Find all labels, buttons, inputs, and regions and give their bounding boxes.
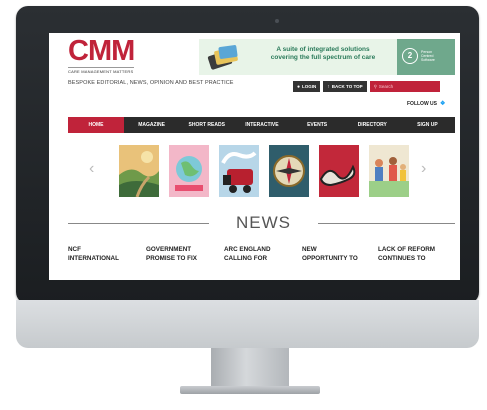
carousel-thumb-globe[interactable] bbox=[169, 145, 209, 197]
carousel-thumb-compass[interactable] bbox=[269, 145, 309, 197]
news-item-line-2: CALLING FOR bbox=[224, 255, 268, 262]
cards-illustration-icon bbox=[207, 45, 238, 70]
chevron-right-icon[interactable]: › bbox=[421, 161, 426, 177]
follow-us-label: FOLLOW US bbox=[407, 100, 437, 107]
chevron-left-icon[interactable]: ‹ bbox=[89, 161, 94, 177]
news-item[interactable]: GOVERNMENT PROMISE TO FIX bbox=[146, 245, 218, 263]
news-section-heading: NEWS bbox=[68, 214, 455, 234]
news-item-line-2: PROMISE TO FIX bbox=[146, 255, 197, 262]
back-to-top-label: BACK TO TOP bbox=[331, 84, 363, 89]
site-logo[interactable]: CMM CARE MANAGEMENT MATTERS bbox=[68, 35, 135, 74]
monitor-chin bbox=[16, 300, 479, 348]
screen: CMM CARE MANAGEMENT MATTERS BESPOKE EDIT… bbox=[49, 33, 460, 280]
top-buttons: ● LOGIN ↑ BACK TO TOP ⚲ Search bbox=[293, 81, 440, 93]
arrow-up-icon: ↑ bbox=[327, 83, 330, 90]
news-item[interactable]: NCF INTERNATIONAL bbox=[68, 245, 140, 263]
logo-subtitle: CARE MANAGEMENT MATTERS bbox=[68, 67, 135, 74]
news-list: NCF INTERNATIONAL GOVERNMENT PROMISE TO … bbox=[68, 245, 455, 280]
ad-cta-line-3: Software bbox=[421, 58, 435, 62]
main-nav: HOME MAGAZINE SHORT READS INTERACTIVE EV… bbox=[68, 117, 455, 133]
follow-us: FOLLOW US ❖ bbox=[407, 100, 445, 108]
back-to-top-button[interactable]: ↑ BACK TO TOP bbox=[323, 81, 367, 92]
ad-line-2: covering the full spectrum of care bbox=[270, 54, 376, 61]
news-item[interactable]: LACK OF REFORM CONTINUES TO bbox=[378, 245, 450, 263]
news-item[interactable]: NEW OPPORTUNITY TO bbox=[302, 245, 374, 263]
search-input[interactable]: ⚲ Search bbox=[369, 81, 440, 92]
ad-headline: A suite of integrated solutions covering… bbox=[253, 46, 393, 62]
nav-item-directory[interactable]: DIRECTORY bbox=[345, 117, 400, 133]
news-item[interactable]: ARC ENGLAND CALLING FOR bbox=[224, 245, 296, 263]
ad-cta[interactable]: 2 Person Centred Software bbox=[397, 39, 455, 75]
monitor-stand bbox=[211, 348, 289, 388]
carousel-thumb-landscape[interactable] bbox=[119, 145, 159, 197]
carousel-thumb-swirl[interactable] bbox=[319, 145, 359, 197]
nav-item-events[interactable]: EVENTS bbox=[290, 117, 345, 133]
news-item-line-2: OPPORTUNITY TO bbox=[302, 255, 358, 262]
news-item-line-2: CONTINUES TO bbox=[378, 255, 426, 262]
twitter-icon[interactable]: ❖ bbox=[440, 100, 445, 107]
ad-line-1: A suite of integrated solutions bbox=[276, 46, 370, 53]
nav-item-short-reads[interactable]: SHORT READS bbox=[179, 117, 234, 133]
news-item-line-1: NEW bbox=[302, 246, 317, 253]
news-item-line-1: GOVERNMENT bbox=[146, 246, 192, 253]
news-item-line-1: NCF bbox=[68, 246, 81, 253]
ad-banner[interactable]: A suite of integrated solutions covering… bbox=[199, 39, 455, 75]
news-item-line-2: INTERNATIONAL bbox=[68, 255, 119, 262]
login-label: LOGIN bbox=[302, 84, 317, 89]
nav-item-home[interactable]: HOME bbox=[68, 117, 124, 133]
login-button[interactable]: ● LOGIN bbox=[293, 81, 321, 92]
logo-text: CMM bbox=[68, 35, 135, 67]
user-icon: ● bbox=[297, 83, 301, 90]
ad-cta-label: Person Centred Software bbox=[421, 50, 451, 62]
news-title: NEWS bbox=[236, 213, 291, 232]
site-tagline: BESPOKE EDITORIAL, NEWS, OPINION AND BES… bbox=[68, 80, 234, 86]
ad-cta-mark: 2 bbox=[402, 48, 418, 64]
search-placeholder: Search bbox=[378, 84, 394, 89]
monitor-stand-base bbox=[180, 386, 320, 394]
site-header: CMM CARE MANAGEMENT MATTERS BESPOKE EDIT… bbox=[49, 33, 460, 113]
nav-item-magazine[interactable]: MAGAZINE bbox=[124, 117, 179, 133]
nav-item-interactive[interactable]: INTERACTIVE bbox=[234, 117, 289, 133]
news-item-line-1: LACK OF REFORM bbox=[378, 246, 436, 253]
divider-right bbox=[318, 223, 455, 224]
magazine-carousel: ‹ › bbox=[49, 141, 460, 201]
carousel-thumb-train[interactable] bbox=[219, 145, 259, 197]
camera-dot bbox=[275, 19, 279, 23]
search-icon: ⚲ bbox=[373, 83, 377, 89]
news-item-line-1: ARC ENGLAND bbox=[224, 246, 271, 253]
nav-item-sign-up[interactable]: SIGN UP bbox=[400, 117, 455, 133]
carousel-thumb-people[interactable] bbox=[369, 145, 409, 197]
divider-left bbox=[68, 223, 209, 224]
